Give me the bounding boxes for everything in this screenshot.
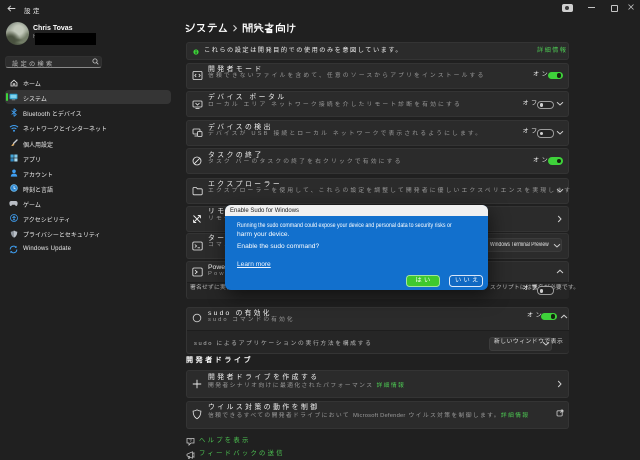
svg-text:?: ? bbox=[189, 438, 192, 443]
